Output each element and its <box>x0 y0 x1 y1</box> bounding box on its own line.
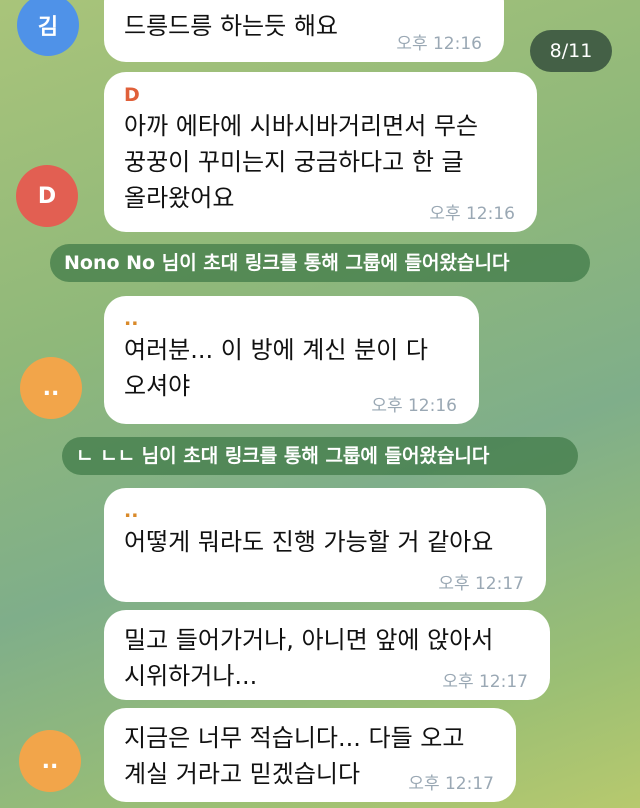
message-time: 오후 12:16 <box>429 204 515 224</box>
message-bubble[interactable]: 밀고 들어가거나, 아니면 앞에 앉아서 시위하거나... 오후 12:17 <box>104 610 550 700</box>
message-bubble[interactable]: .. 어떻게 뭐라도 진행 가능할 거 같아요 오후 12:17 <box>104 488 546 602</box>
message-text: 여러분... 이 방에 계신 분이 다 오셔야 <box>124 336 428 400</box>
avatar-dots[interactable]: .. <box>20 357 82 419</box>
message-bubble[interactable]: D 아까 에타에 시바시바거리면서 무슨 꿍꿍이 꾸미는지 궁금하다고 한 글 … <box>104 72 537 232</box>
service-message-join: ㄴ ㄴㄴ 님이 초대 링크를 통해 그룹에 들어왔습니다 <box>62 437 578 475</box>
message-time: 오후 12:17 <box>442 672 528 692</box>
sender-name[interactable]: .. <box>124 500 526 522</box>
avatar-initial: D <box>37 183 57 209</box>
message-bubble[interactable]: 지금은 너무 적습니다... 다들 오고 계실 거라고 믿겠습니다 오후 12:… <box>104 708 516 802</box>
sender-name[interactable]: .. <box>124 308 459 330</box>
message-time: 오후 12:17 <box>438 574 524 594</box>
avatar-dots[interactable]: .. <box>19 730 81 792</box>
avatar-d[interactable]: D <box>16 165 78 227</box>
message-time: 오후 12:16 <box>371 396 457 416</box>
avatar-initial: .. <box>41 748 59 774</box>
message-bubble[interactable]: .. 여러분... 이 방에 계신 분이 다 오셔야 오후 12:16 <box>104 296 479 424</box>
message-text: 어떻게 뭐라도 진행 가능할 거 같아요 <box>124 528 494 556</box>
sender-name[interactable]: D <box>124 84 517 106</box>
service-message-join: Nono No 님이 초대 링크를 통해 그룹에 들어왔습니다 <box>50 244 590 282</box>
message-counter-badge[interactable]: 8/11 <box>530 30 612 72</box>
avatar-initial: .. <box>42 375 60 401</box>
message-time: 오후 12:16 <box>396 34 482 54</box>
message-text: 아까 에타에 시바시바거리면서 무슨 꿍꿍이 꾸미는지 궁금하다고 한 글 올라… <box>124 112 479 212</box>
avatar-kim[interactable]: 김 <box>17 0 79 56</box>
chat-area[interactable]: 김 드릉드릉 하는듯 해요 오후 12:16 8/11 D D 아까 에타에 시… <box>0 0 640 808</box>
avatar-initial: 김 <box>37 15 59 40</box>
message-bubble[interactable]: 드릉드릉 하는듯 해요 오후 12:16 <box>104 0 504 62</box>
message-time: 오후 12:17 <box>408 774 494 794</box>
